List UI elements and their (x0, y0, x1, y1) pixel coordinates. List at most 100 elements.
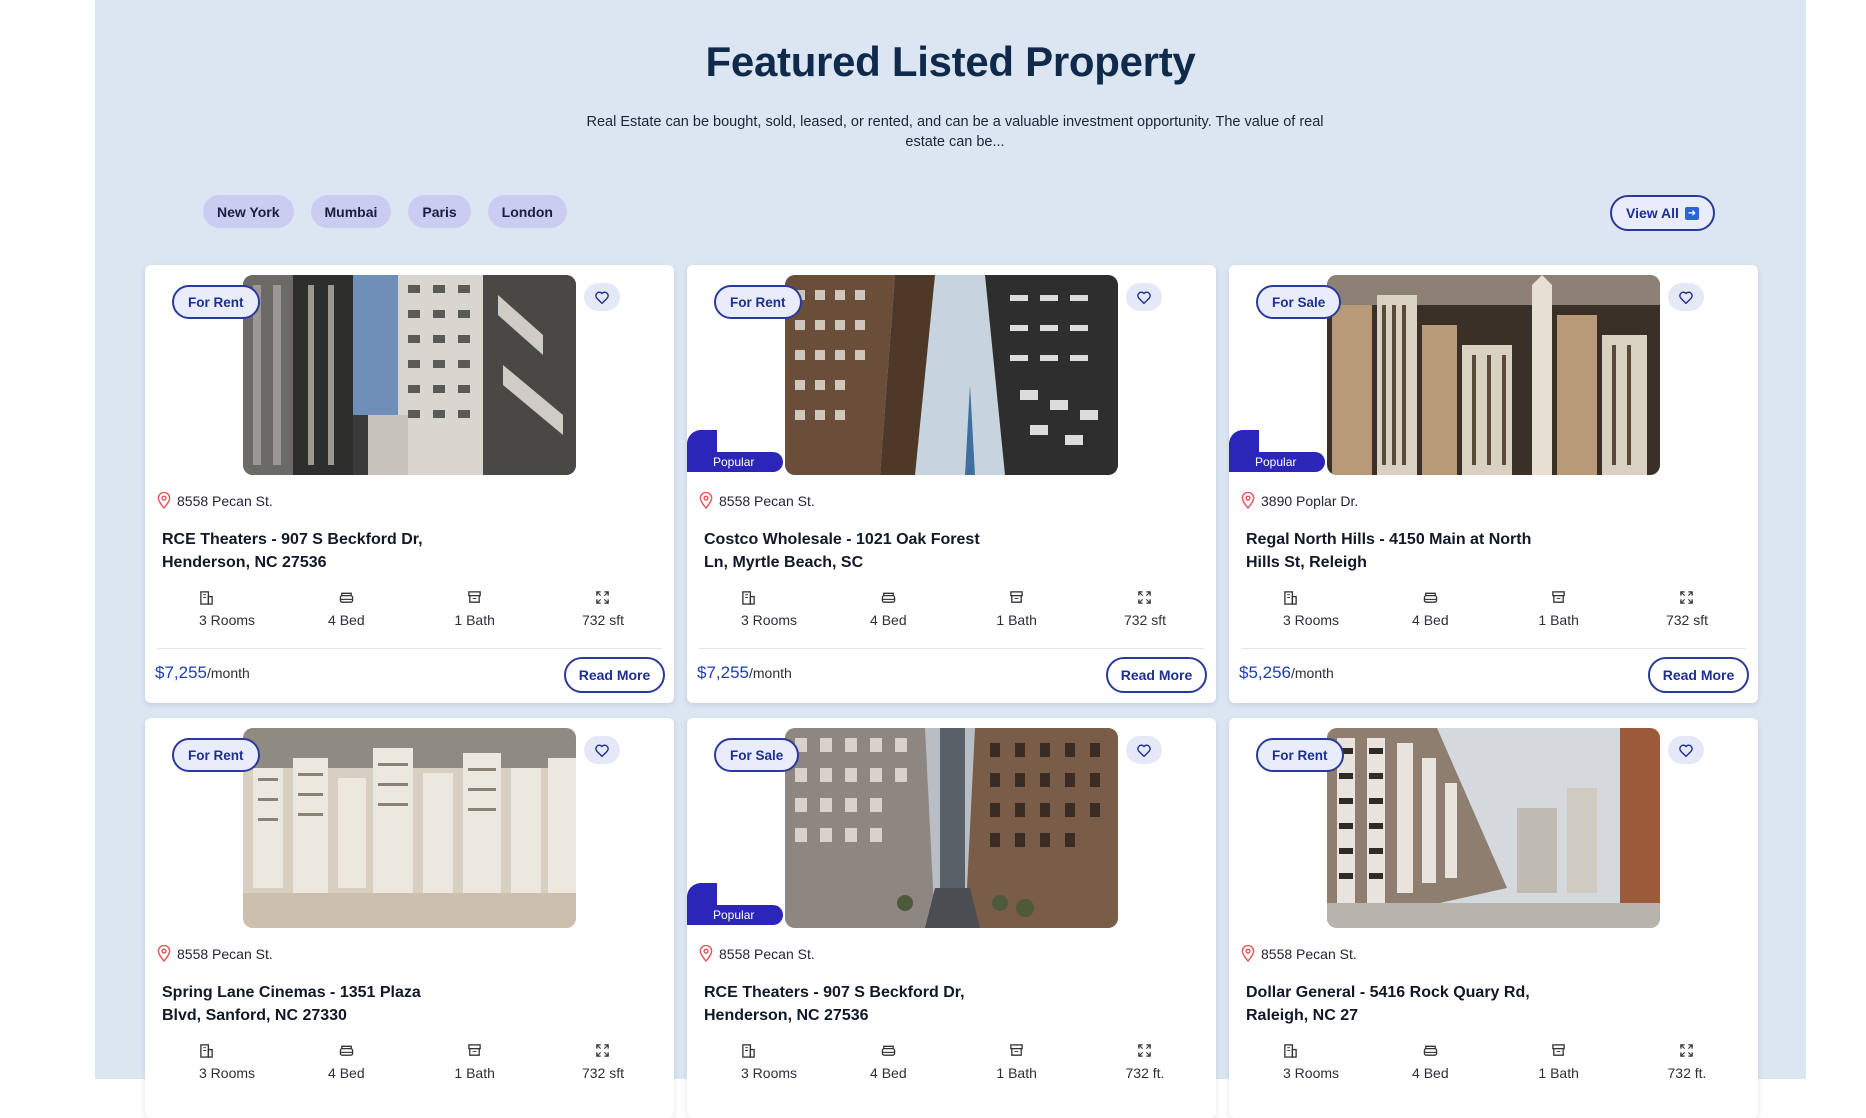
property-name[interactable]: RCE Theaters - 907 S Beckford Dr, Hender… (162, 528, 462, 574)
property-address: 8558 Pecan St. (699, 492, 815, 509)
arrow-right-icon: ➜ (1684, 206, 1699, 220)
property-card: Popular For Sale 8558 Pecan St. RCE Thea… (687, 718, 1216, 1118)
heart-icon[interactable] (1668, 283, 1704, 311)
property-address: 8558 Pecan St. (157, 492, 273, 509)
location-pin-icon (157, 945, 171, 962)
card-divider (1241, 648, 1746, 649)
listing-type-badge: For Sale (714, 738, 800, 772)
price-period: /month (207, 665, 250, 681)
location-pin-icon (699, 492, 713, 509)
bath-icon (1551, 590, 1566, 605)
bed-icon (339, 590, 354, 605)
bath-icon (1551, 1043, 1566, 1058)
expand-icon (1137, 590, 1152, 605)
read-more-button[interactable]: Read More (1106, 657, 1207, 693)
property-address: 8558 Pecan St. (699, 945, 815, 962)
tab-paris[interactable]: Paris (408, 195, 471, 228)
heart-icon[interactable] (1126, 283, 1162, 311)
property-photo (785, 275, 1118, 475)
tab-new-york[interactable]: New York (203, 195, 294, 228)
area-label: 732 sft (1665, 612, 1708, 628)
tab-mumbai[interactable]: Mumbai (310, 195, 392, 228)
bed-icon (881, 590, 896, 605)
bed-icon (881, 1043, 896, 1058)
property-card: Popular For Sale 3890 Poplar Dr. Regal N… (1229, 265, 1758, 703)
tab-london[interactable]: London (487, 195, 567, 228)
read-more-button[interactable]: Read More (1648, 657, 1749, 693)
expand-icon (595, 590, 610, 605)
listing-type-badge: For Rent (714, 285, 802, 319)
property-features: 3 Rooms 4 Bed 1 Bath 732 ft. (1247, 1043, 1742, 1081)
listing-type-badge: For Rent (1256, 738, 1344, 772)
building-icon (1283, 590, 1298, 605)
price-period: /month (1291, 665, 1334, 681)
property-photo (785, 728, 1118, 928)
feature-rooms: 3 Rooms (1247, 1043, 1357, 1081)
rooms-label: 3 Rooms (199, 612, 256, 628)
read-more-button[interactable]: Read More (564, 657, 665, 693)
feature-area: 732 sft (1090, 590, 1200, 628)
feature-bath: 1 Bath (420, 1043, 530, 1081)
feature-bed: 4 Bed (833, 1043, 943, 1081)
popular-ribbon: Popular (687, 883, 783, 927)
property-name[interactable]: RCE Theaters - 907 S Beckford Dr, Hender… (704, 981, 1004, 1027)
property-card: For Rent 8558 Pecan St. Dollar General -… (1229, 718, 1758, 1118)
price-amount: $5,256 (1239, 663, 1291, 682)
listing-type-badge: For Rent (172, 738, 260, 772)
popular-label: Popular (687, 905, 783, 925)
property-price: $7,255/month (155, 663, 250, 683)
bed-icon (1423, 590, 1438, 605)
bed-icon (339, 1043, 354, 1058)
property-name[interactable]: Spring Lane Cinemas - 1351 Plaza Blvd, S… (162, 981, 462, 1027)
feature-bath: 1 Bath (962, 590, 1072, 628)
popular-ribbon: Popular (1229, 430, 1325, 474)
address-text: 8558 Pecan St. (719, 945, 815, 962)
view-all-label: View All (1626, 205, 1679, 221)
property-features: 3 Rooms 4 Bed 1 Bath 732 sft (705, 590, 1200, 628)
expand-icon (1679, 1043, 1694, 1058)
rooms-label: 3 Rooms (741, 612, 798, 628)
address-text: 8558 Pecan St. (177, 492, 273, 509)
building-icon (199, 590, 214, 605)
feature-rooms: 3 Rooms (1247, 590, 1357, 628)
property-name[interactable]: Regal North Hills - 4150 Main at North H… (1246, 528, 1546, 574)
feature-area: 732 sft (1632, 590, 1742, 628)
popular-label: Popular (1229, 452, 1325, 472)
property-features: 3 Rooms 4 Bed 1 Bath 732 sft (163, 590, 658, 628)
feature-bed: 4 Bed (291, 590, 401, 628)
address-text: 3890 Poplar Dr. (1261, 492, 1359, 509)
property-features: 3 Rooms 4 Bed 1 Bath 732 sft (1247, 590, 1742, 628)
expand-icon (1679, 590, 1694, 605)
property-card: For Rent 8558 Pecan St. Spring Lane Cine… (145, 718, 674, 1118)
feature-rooms: 3 Rooms (163, 590, 273, 628)
view-all-button[interactable]: View All ➜ (1610, 195, 1715, 231)
feature-bed: 4 Bed (1375, 1043, 1485, 1081)
bed-label: 4 Bed (328, 612, 365, 628)
area-label: 732 sft (581, 612, 624, 628)
feature-bath: 1 Bath (1504, 1043, 1614, 1081)
building-icon (199, 1043, 214, 1058)
bath-icon (1009, 590, 1024, 605)
feature-rooms: 3 Rooms (705, 590, 815, 628)
heart-icon[interactable] (584, 736, 620, 764)
expand-icon (1137, 1043, 1152, 1058)
price-amount: $7,255 (697, 663, 749, 682)
property-features: 3 Rooms 4 Bed 1 Bath 732 ft. (705, 1043, 1200, 1081)
location-pin-icon (1241, 492, 1255, 509)
feature-bath: 1 Bath (420, 590, 530, 628)
price-amount: $7,255 (155, 663, 207, 682)
property-address: 8558 Pecan St. (1241, 945, 1357, 962)
property-price: $7,255/month (697, 663, 792, 683)
heart-icon[interactable] (1126, 736, 1162, 764)
address-text: 8558 Pecan St. (719, 492, 815, 509)
property-name[interactable]: Costco Wholesale - 1021 Oak Forest Ln, M… (704, 528, 1004, 574)
listing-type-badge: For Sale (1256, 285, 1342, 319)
location-pin-icon (157, 492, 171, 509)
heart-icon[interactable] (584, 283, 620, 311)
property-name[interactable]: Dollar General - 5416 Rock Quary Rd, Ral… (1246, 981, 1546, 1027)
feature-area: 732 ft. (1632, 1043, 1742, 1081)
heart-icon[interactable] (1668, 736, 1704, 764)
feature-bed: 4 Bed (1375, 590, 1485, 628)
bath-label: 1 Bath (996, 612, 1037, 628)
building-icon (1283, 1043, 1298, 1058)
